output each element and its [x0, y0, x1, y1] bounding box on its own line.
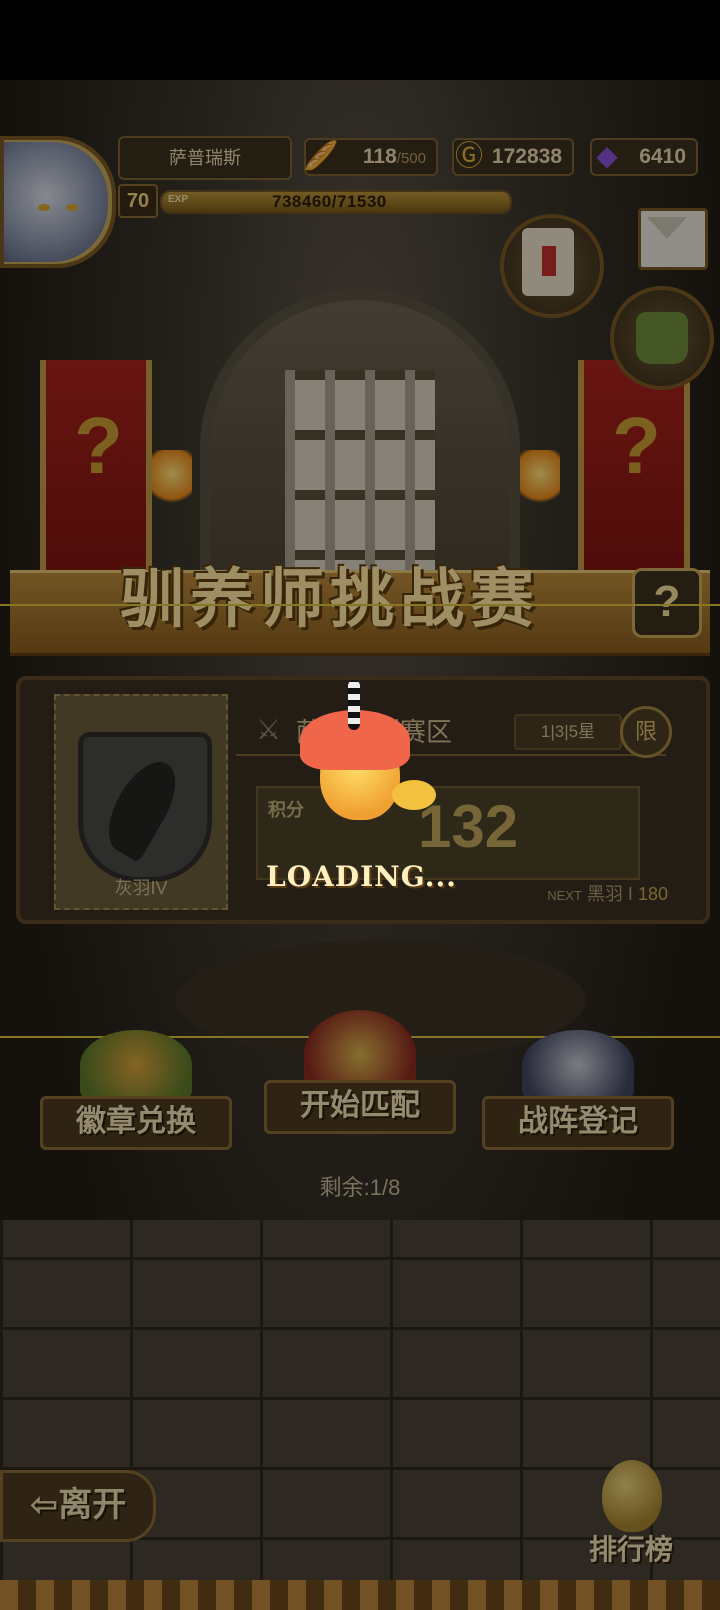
badge-exchange-label: 徽章兑换	[40, 1096, 232, 1150]
bread-icon: 🥖	[303, 140, 339, 171]
ranking-button[interactable]: 排行榜	[566, 1460, 696, 1570]
feather-icon	[95, 751, 189, 863]
formation-label: 战阵登记	[482, 1096, 674, 1150]
avatar-eye	[38, 204, 50, 211]
next-tag: NEXT	[547, 888, 582, 903]
page-title: 驯养师挑战赛	[120, 563, 540, 635]
leave-button[interactable]: ⇦离开	[0, 1470, 156, 1542]
player-avatar[interactable]	[0, 136, 116, 268]
avatar	[4, 142, 108, 262]
badge-exchange-icon	[80, 1030, 192, 1100]
feather-icon	[348, 680, 360, 730]
game-scene: 萨普瑞斯 70 EXP 738460/71530 🥖 118/500 Ⓖ 172…	[0, 80, 720, 1610]
player-name: 萨普瑞斯	[118, 136, 292, 180]
scroll-icon	[522, 228, 574, 296]
next-rank-name: 黑羽 I	[586, 884, 633, 904]
formation-icon	[522, 1030, 634, 1100]
score-label: 积分	[268, 800, 304, 820]
exp-tag: EXP	[168, 194, 189, 205]
loading-mascot	[300, 680, 436, 870]
start-match-button[interactable]: 开始匹配	[264, 1010, 456, 1140]
rank-name: 灰羽IV	[114, 878, 168, 898]
start-match-label: 开始匹配	[264, 1080, 456, 1134]
badge-exchange-button[interactable]: 徽章兑换	[40, 1030, 232, 1160]
next-rank-score: 180	[637, 884, 668, 904]
loading-text: LOADING...	[266, 860, 457, 893]
sword-icon: ⚔	[256, 714, 282, 745]
golden-egg-icon	[602, 1460, 662, 1532]
quest-scroll-button[interactable]	[500, 214, 604, 318]
star-limit: 1|3|5星	[514, 714, 622, 750]
formation-button[interactable]: 战阵登记	[482, 1030, 674, 1160]
stamina-value: 118	[362, 145, 397, 168]
gold-value: 172838	[491, 145, 562, 168]
mail-icon[interactable]	[638, 208, 708, 270]
bottom-border	[0, 1580, 720, 1610]
avatar-eye	[66, 204, 78, 211]
backpack-button[interactable]	[610, 286, 714, 390]
stamina-max: /500	[396, 150, 426, 167]
shield-icon	[78, 732, 212, 882]
right-torch	[520, 450, 560, 510]
next-rank: NEXT 黑羽 I 180	[547, 880, 668, 906]
exp-bar: EXP 738460/71530	[160, 190, 512, 214]
gem-value: 6410	[639, 145, 686, 168]
ranking-label: 排行榜	[588, 1534, 673, 1565]
limit-badge[interactable]: 限	[620, 706, 672, 758]
exp-text: 738460/71530	[272, 192, 387, 211]
player-level: 70	[118, 184, 158, 218]
left-torch	[152, 450, 192, 510]
loading-line-top	[0, 604, 720, 606]
help-button[interactable]: ?	[632, 568, 702, 638]
gold-counter[interactable]: Ⓖ 172838	[452, 138, 574, 176]
rank-card[interactable]: 灰羽IV	[54, 694, 228, 910]
purple-gem-icon: ◆	[596, 140, 618, 171]
bird-tail	[392, 780, 436, 810]
backpack-icon	[636, 312, 688, 364]
remaining-count: 剩余:1/8	[319, 1175, 401, 1200]
gem-counter[interactable]: ◆ 6410	[590, 138, 698, 176]
gold-coin-icon: Ⓖ	[454, 140, 483, 171]
stamina-counter[interactable]: 🥖 118/500	[304, 138, 438, 176]
